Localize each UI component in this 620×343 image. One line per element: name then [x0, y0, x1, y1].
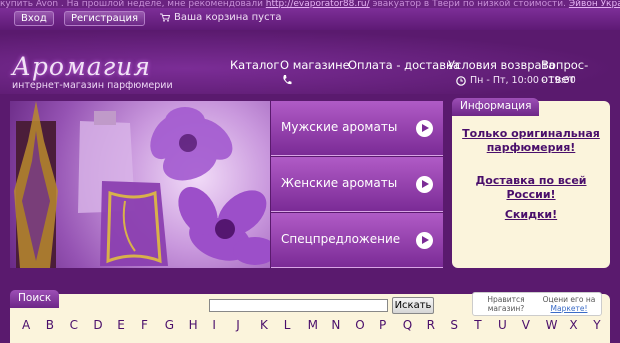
play-arrow-icon: [416, 232, 433, 249]
play-arrow-icon: [416, 120, 433, 137]
cart-text: Ваша корзина пуста: [174, 12, 282, 23]
alphabet-letter-w[interactable]: W: [546, 318, 558, 332]
alphabet-letter-l[interactable]: L: [284, 318, 291, 332]
info-link-original[interactable]: Только оригинальная парфюмерия!: [452, 127, 610, 155]
nav-about[interactable]: О магазине: [280, 58, 350, 72]
alphabet-letter-y[interactable]: Y: [593, 318, 600, 332]
info-title: Информация: [452, 98, 540, 116]
alphabet-letter-p[interactable]: P: [379, 318, 386, 332]
login-button[interactable]: Вход: [14, 11, 54, 26]
promo-banner[interactable]: [10, 101, 270, 268]
alphabet-letter-u[interactable]: U: [498, 318, 507, 332]
phone-icon: [283, 75, 292, 85]
nav-payment-delivery[interactable]: Оплата - доставка: [348, 58, 460, 72]
alphabet-letter-q[interactable]: Q: [403, 318, 412, 332]
menu-label-special: Спецпредложение: [281, 232, 401, 246]
alphabet-letter-i[interactable]: I: [212, 318, 216, 332]
alphabet-letter-j[interactable]: J: [236, 318, 240, 332]
market-link[interactable]: Маркете!: [551, 304, 588, 313]
ticker-text-pre: купить Avon . На прошлой неделе, мне рек…: [0, 0, 263, 8]
alphabet-letter-k[interactable]: K: [260, 318, 268, 332]
alphabet-letter-g[interactable]: G: [165, 318, 174, 332]
alphabet-letter-b[interactable]: B: [46, 318, 54, 332]
menu-label-men: Мужские ароматы: [281, 120, 398, 134]
cart-icon: [160, 13, 170, 22]
cart-status[interactable]: Ваша корзина пуста: [160, 12, 282, 23]
ticker-link-tail[interactable]: Эйвон Украина: [569, 0, 620, 8]
alphabet-letter-d[interactable]: D: [93, 318, 102, 332]
play-arrow-icon: [416, 176, 433, 193]
alphabet-index: A B C D E F G HI J K L MN O P Q R S T U V WX Y: [22, 318, 602, 332]
top-bar: Вход Регистрация Ваша корзина пуста: [0, 8, 620, 30]
alphabet-letter-e[interactable]: E: [117, 318, 125, 332]
market-cta-text: Оцени его на: [542, 295, 596, 304]
alphabet-letter-x[interactable]: X: [569, 318, 577, 332]
search-button[interactable]: Искать: [392, 297, 434, 314]
menu-item-special[interactable]: Спецпредложение: [271, 213, 443, 268]
alphabet-letter-n[interactable]: N: [331, 318, 340, 332]
info-panel: Информация Только оригинальная парфюмери…: [452, 98, 610, 268]
alphabet-letter-o[interactable]: O: [355, 318, 364, 332]
ticker-link[interactable]: http://evaporator88.ru/: [266, 0, 370, 8]
alphabet-letter-h[interactable]: H: [189, 318, 198, 332]
alphabet-letter-f[interactable]: F: [141, 318, 148, 332]
alphabet-letter-t[interactable]: T: [474, 318, 481, 332]
logo-subtitle: интернет-магазин парфюмерии: [12, 80, 173, 91]
hours-text: Пн - Пт, 10:00 - 19:00: [470, 75, 576, 86]
register-button[interactable]: Регистрация: [64, 11, 146, 26]
market-rating-widget[interactable]: Нравится магазин? Оцени его на Маркете!: [472, 292, 602, 316]
alphabet-letter-v[interactable]: V: [522, 318, 530, 332]
nav-catalog[interactable]: Каталог: [230, 58, 279, 72]
nav-returns[interactable]: Условия возврата: [448, 58, 555, 72]
search-input[interactable]: [209, 299, 388, 312]
alphabet-letter-a[interactable]: A: [22, 318, 30, 332]
menu-label-women: Женские ароматы: [281, 176, 398, 190]
alphabet-letter-s[interactable]: S: [450, 318, 458, 332]
site-logo[interactable]: Аромагия: [12, 52, 151, 81]
news-ticker: купить Avon . На прошлой неделе, мне рек…: [0, 0, 620, 8]
ticker-text-post: эвакуатор в Твери по низкой стоимости.: [372, 0, 566, 8]
alphabet-letter-c[interactable]: C: [70, 318, 78, 332]
menu-item-women[interactable]: Женские ароматы: [271, 157, 443, 212]
working-hours: Пн - Пт, 10:00 - 19:00: [456, 75, 576, 86]
clock-icon: [456, 75, 466, 86]
info-link-discounts[interactable]: Скидки!: [452, 208, 610, 222]
market-question: Нравится магазин?: [487, 295, 525, 313]
perfume-bottles-image: [14, 101, 270, 268]
menu-item-men[interactable]: Мужские ароматы: [271, 101, 443, 156]
market-cta: Оцени его на Маркете!: [539, 295, 599, 313]
alphabet-letter-r[interactable]: R: [427, 318, 435, 332]
search-title: Поиск: [10, 290, 60, 308]
info-link-delivery[interactable]: Доставка по всей России!: [452, 174, 610, 202]
category-menu: Мужские ароматы Женские ароматы Спецпред…: [271, 101, 443, 268]
alphabet-letter-m[interactable]: M: [308, 318, 318, 332]
